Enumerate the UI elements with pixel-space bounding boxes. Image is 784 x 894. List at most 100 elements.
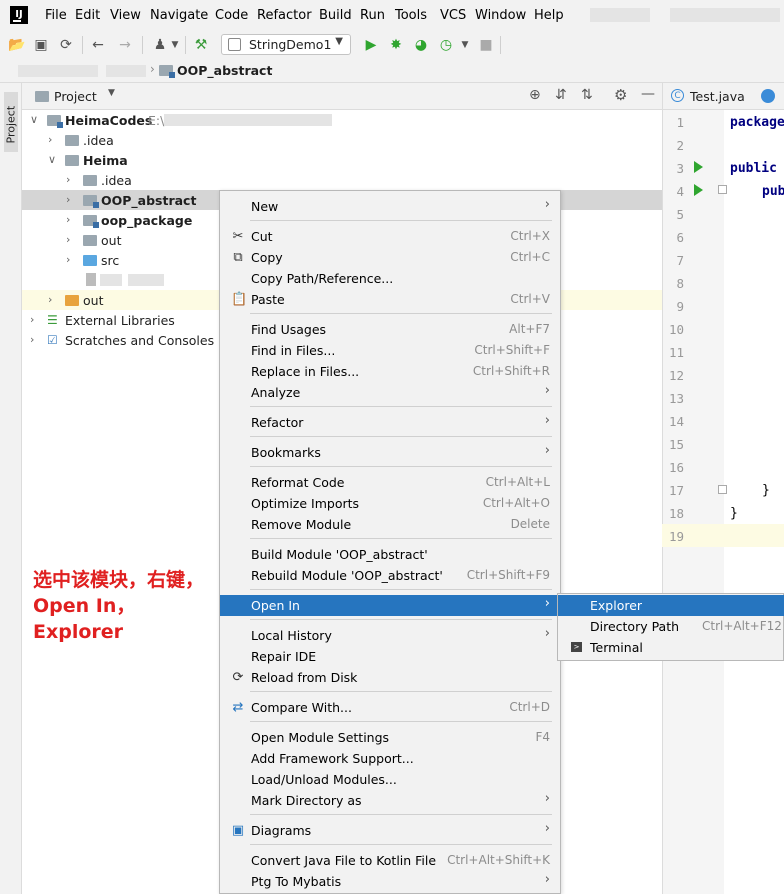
tab-test-java[interactable]: Test.java: [690, 89, 745, 104]
chevron-right-icon[interactable]: ›: [48, 293, 52, 306]
menu-item-copy-path[interactable]: Copy Path/Reference...: [220, 268, 560, 289]
menu-vcs[interactable]: VCS: [440, 8, 466, 23]
menu-help[interactable]: Help: [534, 8, 564, 23]
menu-item-repair-ide[interactable]: Repair IDE: [220, 646, 560, 667]
menu-item-compare-with[interactable]: ⇄ Compare With... Ctrl+D: [220, 697, 560, 718]
menu-item-remove-module[interactable]: Remove Module Delete: [220, 514, 560, 535]
open-folder-icon[interactable]: 📂: [8, 37, 25, 53]
menu-item-build-module[interactable]: Build Module 'OOP_abstract': [220, 544, 560, 565]
profile-icon[interactable]: ◷: [438, 37, 454, 53]
chevron-right-icon[interactable]: ›: [66, 213, 70, 226]
menu-refactor[interactable]: Refactor: [257, 8, 312, 23]
menu-tools[interactable]: Tools: [395, 8, 427, 23]
tree-row-idea[interactable]: › .idea: [22, 130, 662, 150]
project-tool-button[interactable]: Project: [4, 92, 18, 152]
menu-item-open-module-settings[interactable]: Open Module Settings F4: [220, 727, 560, 748]
menu-item-label: Bookmarks: [251, 445, 321, 460]
tree-row-heimacodes[interactable]: ∨ HeimaCodes E:\: [22, 110, 662, 130]
hide-panel-icon[interactable]: —: [641, 86, 655, 102]
submenu-item-directory-path[interactable]: Directory Path Ctrl+Alt+F12: [558, 616, 784, 637]
intellij-logo-icon[interactable]: IJ: [10, 6, 28, 24]
menu-item-label: Find Usages: [251, 322, 327, 337]
fold-icon[interactable]: [718, 185, 727, 194]
submenu-item-terminal[interactable]: > Terminal: [558, 637, 784, 658]
submenu-item-explorer[interactable]: Explorer: [558, 595, 784, 616]
tree-label: out: [101, 233, 122, 248]
project-panel-title[interactable]: Project: [54, 89, 97, 104]
tree-row-heima[interactable]: ∨ Heima: [22, 150, 662, 170]
run-icon[interactable]: ▶: [363, 37, 379, 53]
menu-item-diagrams[interactable]: ▣ Diagrams ›: [220, 820, 560, 841]
menu-item-local-history[interactable]: Local History ›: [220, 625, 560, 646]
menu-item-find-in-files[interactable]: Find in Files... Ctrl+Shift+F: [220, 340, 560, 361]
tree-label: src: [101, 253, 120, 268]
save-icon[interactable]: ▣: [33, 37, 49, 53]
menu-item-reload-from-disk[interactable]: ⟳ Reload from Disk: [220, 667, 560, 688]
chevron-down-icon[interactable]: ∨: [48, 153, 56, 166]
menu-item-paste[interactable]: 📋 Paste Ctrl+V: [220, 289, 560, 310]
menu-item-open-in[interactable]: Open In ›: [220, 595, 560, 616]
chevron-down-icon[interactable]: ▼: [108, 88, 115, 98]
locate-target-icon[interactable]: ⊕: [529, 87, 541, 103]
java-class-icon[interactable]: [761, 89, 775, 103]
chevron-right-icon[interactable]: ›: [66, 193, 70, 206]
gear-icon[interactable]: ⚙: [614, 86, 627, 104]
menu-item-refactor[interactable]: Refactor ›: [220, 412, 560, 433]
chevron-down-icon[interactable]: ∨: [30, 113, 38, 126]
menu-item-cut[interactable]: ✂ Cut Ctrl+X: [220, 226, 560, 247]
menu-item-load-unload-modules[interactable]: Load/Unload Modules...: [220, 769, 560, 790]
tree-row-idea-inner[interactable]: › .idea: [22, 170, 662, 190]
collapse-all-icon[interactable]: ⇅: [581, 87, 593, 103]
build-hammer-icon[interactable]: ⚒: [193, 37, 209, 53]
submenu-item-shortcut: Ctrl+Alt+F12: [702, 619, 782, 633]
coverage-icon[interactable]: ◕: [413, 37, 429, 53]
menu-item-analyze[interactable]: Analyze ›: [220, 382, 560, 403]
chevron-down-icon: ▼: [335, 36, 343, 47]
menu-build[interactable]: Build: [319, 8, 352, 23]
run-gutter-icon[interactable]: [694, 161, 703, 173]
back-arrow-icon[interactable]: ←: [90, 37, 106, 53]
expand-all-icon[interactable]: ⇵: [555, 87, 567, 103]
chevron-right-icon[interactable]: ›: [48, 133, 52, 146]
chevron-right-icon[interactable]: ›: [30, 313, 34, 326]
chevron-down-icon[interactable]: ▼: [457, 37, 473, 53]
fold-icon[interactable]: [718, 485, 727, 494]
menu-item-reformat-code[interactable]: Reformat Code Ctrl+Alt+L: [220, 472, 560, 493]
stop-icon[interactable]: ■: [478, 37, 494, 53]
run-gutter-icon[interactable]: [694, 184, 703, 196]
menu-item-ptg-to-mybatis[interactable]: Ptg To Mybatis ›: [220, 871, 560, 892]
menu-item-new[interactable]: New ›: [220, 196, 560, 217]
menu-run[interactable]: Run: [360, 8, 385, 23]
menu-item-find-usages[interactable]: Find Usages Alt+F7: [220, 319, 560, 340]
menu-view[interactable]: View: [110, 8, 141, 23]
menu-item-shortcut: Alt+F7: [509, 322, 550, 336]
run-config-selector[interactable]: StringDemo1 ▼: [221, 34, 351, 55]
menu-item-rebuild-module[interactable]: Rebuild Module 'OOP_abstract' Ctrl+Shift…: [220, 565, 560, 586]
chevron-right-icon: ›: [544, 443, 550, 458]
chevron-right-icon[interactable]: ›: [66, 233, 70, 246]
menu-code[interactable]: Code: [215, 8, 248, 23]
menu-item-bookmarks[interactable]: Bookmarks ›: [220, 442, 560, 463]
menu-edit[interactable]: Edit: [75, 8, 100, 23]
menu-item-optimize-imports[interactable]: Optimize Imports Ctrl+Alt+O: [220, 493, 560, 514]
breadcrumb-current[interactable]: OOP_abstract: [177, 63, 272, 78]
menu-item-label: Local History: [251, 628, 332, 643]
chevron-right-icon[interactable]: ›: [66, 253, 70, 266]
menu-item-copy[interactable]: ⧉ Copy Ctrl+C: [220, 247, 560, 268]
debug-bug-icon[interactable]: ✸: [388, 37, 404, 53]
chevron-down-icon[interactable]: ▼: [167, 37, 183, 53]
menu-item-add-framework-support[interactable]: Add Framework Support...: [220, 748, 560, 769]
line-number: 14: [668, 414, 684, 429]
menu-file[interactable]: File: [45, 8, 67, 23]
menu-navigate[interactable]: Navigate: [150, 8, 208, 23]
menu-window[interactable]: Window: [475, 8, 526, 23]
menu-item-replace-in-files[interactable]: Replace in Files... Ctrl+Shift+R: [220, 361, 560, 382]
menu-item-convert-to-kotlin[interactable]: Convert Java File to Kotlin File Ctrl+Al…: [220, 850, 560, 871]
user-icon[interactable]: ♟: [152, 37, 168, 53]
chevron-right-icon[interactable]: ›: [66, 173, 70, 186]
menu-item-mark-directory-as[interactable]: Mark Directory as ›: [220, 790, 560, 811]
sync-icon[interactable]: ⟳: [58, 37, 74, 53]
chevron-right-icon[interactable]: ›: [30, 333, 34, 346]
forward-arrow-icon[interactable]: →: [117, 37, 133, 53]
menu-item-label: Reformat Code: [251, 475, 345, 490]
